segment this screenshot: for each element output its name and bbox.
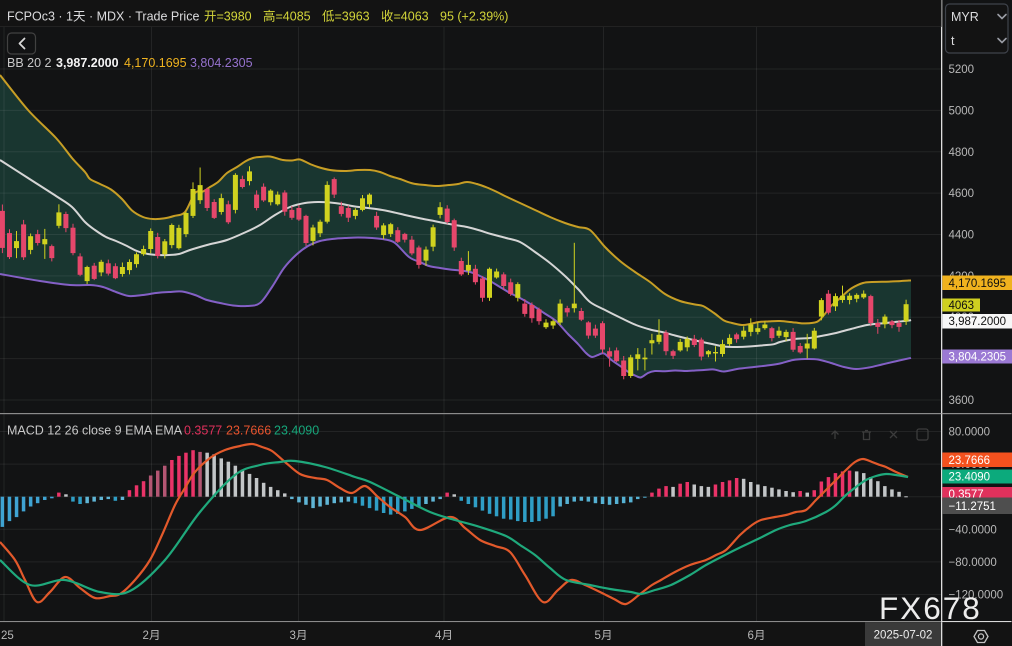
svg-text:6月: 6月	[748, 630, 766, 642]
svg-text:4,170.1695: 4,170.1695	[949, 278, 1007, 290]
svg-text:4月: 4月	[435, 630, 453, 642]
svg-text:5000: 5000	[949, 105, 975, 117]
svg-text:23.7666: 23.7666	[949, 455, 991, 467]
svg-text:3月: 3月	[290, 630, 308, 642]
svg-text:−11.2751: −11.2751	[949, 501, 996, 513]
svg-text:MYR: MYR	[951, 10, 979, 24]
svg-text:3600: 3600	[949, 395, 975, 407]
svg-text:2月: 2月	[143, 630, 161, 642]
svg-text:2025-07-02: 2025-07-02	[874, 630, 933, 642]
svg-text:4800: 4800	[949, 147, 975, 159]
svg-text:−40.0000: −40.0000	[949, 524, 997, 536]
svg-text:5200: 5200	[949, 64, 975, 76]
svg-text:4400: 4400	[949, 230, 975, 242]
svg-text:80.0000: 80.0000	[949, 427, 991, 439]
svg-text:−80.0000: −80.0000	[949, 557, 997, 569]
svg-text:BB 20 23,987.20004,170.16953,8: BB 20 23,987.20004,170.16953,804.2305	[7, 56, 253, 70]
svg-text:23.4090: 23.4090	[949, 472, 991, 484]
svg-text:t: t	[951, 34, 955, 48]
svg-text:FX678: FX678	[879, 590, 982, 626]
svg-text:4063: 4063	[949, 300, 975, 312]
svg-text:5月: 5月	[595, 630, 613, 642]
svg-text:3,804.2305: 3,804.2305	[949, 352, 1007, 364]
svg-text:3,987.2000: 3,987.2000	[949, 316, 1007, 328]
svg-text:25: 25	[1, 630, 14, 642]
svg-text:4600: 4600	[949, 188, 975, 200]
